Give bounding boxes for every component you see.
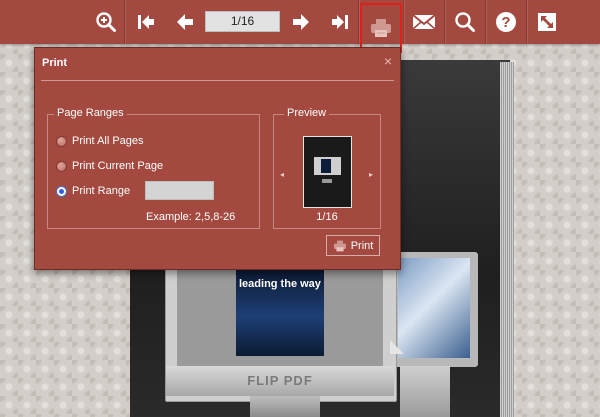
skip-to-end-icon bbox=[332, 15, 348, 29]
search-icon bbox=[455, 12, 475, 32]
preview-thumbnail bbox=[303, 136, 352, 208]
preview-group: Preview ◂ ▸ 1/16 bbox=[273, 107, 381, 229]
preview-prev-button[interactable]: ◂ bbox=[280, 170, 284, 179]
next-page-button[interactable] bbox=[286, 0, 316, 44]
brand-label: FLIP PDF bbox=[247, 373, 313, 388]
radio-button-checked[interactable] bbox=[56, 185, 67, 197]
secondary-monitor-stand bbox=[400, 366, 450, 417]
toolbar: 1/16 ? bbox=[0, 0, 600, 53]
book-page-edges bbox=[500, 62, 514, 417]
preview-next-button[interactable]: ▸ bbox=[369, 170, 373, 179]
print-toolbar-button[interactable] bbox=[360, 3, 402, 53]
preview-page-number: 1/16 bbox=[316, 211, 338, 223]
toolbar-separator bbox=[358, 0, 359, 44]
thumbnail-cover bbox=[321, 159, 331, 173]
toolbar-separator bbox=[485, 0, 486, 44]
radio-button[interactable] bbox=[56, 160, 67, 172]
dialog-title: Print bbox=[42, 57, 68, 69]
radio-label: Print Range bbox=[72, 185, 131, 197]
previous-page-button[interactable] bbox=[170, 0, 200, 44]
magazine-headline: leading the way bbox=[239, 278, 321, 290]
dialog-divider bbox=[41, 80, 394, 81]
zoom-in-icon bbox=[96, 12, 116, 32]
print-button-label: Print bbox=[350, 239, 374, 252]
radio-label: Print Current Page bbox=[72, 160, 164, 172]
help-icon: ? bbox=[496, 12, 516, 32]
toolbar-separator bbox=[526, 0, 527, 44]
radio-print-current-page[interactable]: Print Current Page bbox=[56, 160, 163, 172]
print-range-input[interactable] bbox=[145, 181, 214, 200]
first-page-button[interactable] bbox=[132, 0, 160, 44]
toolbar-separator bbox=[444, 0, 445, 44]
thumbnail-stand bbox=[322, 179, 332, 183]
skip-to-start-icon bbox=[138, 15, 154, 29]
page-ranges-label: Page Ranges bbox=[54, 107, 127, 119]
radio-label: Print All Pages bbox=[72, 135, 144, 147]
secondary-monitor-screen bbox=[398, 258, 470, 358]
last-page-button[interactable] bbox=[326, 0, 354, 44]
radio-print-range[interactable]: Print Range bbox=[56, 185, 130, 197]
page-ranges-group: Page Ranges Print All Pages Print Curren… bbox=[47, 107, 260, 229]
arrow-right-icon bbox=[293, 14, 309, 30]
close-icon[interactable]: × bbox=[384, 53, 392, 69]
preview-label: Preview bbox=[284, 107, 330, 119]
print-dialog: Print × Page Ranges Print All Pages Prin… bbox=[34, 47, 401, 270]
page-indicator[interactable]: 1/16 bbox=[205, 11, 280, 32]
range-example-text: Example: 2,5,8-26 bbox=[146, 211, 236, 223]
help-button[interactable]: ? bbox=[487, 0, 525, 44]
magazine-cover: leading the way bbox=[236, 268, 324, 356]
toolbar-separator bbox=[124, 0, 125, 44]
fullscreen-icon bbox=[538, 13, 556, 31]
toolbar-separator bbox=[403, 0, 404, 44]
print-button[interactable]: Print bbox=[326, 235, 380, 256]
printer-icon bbox=[333, 240, 346, 251]
svg-text:?: ? bbox=[501, 14, 510, 31]
printer-icon bbox=[371, 19, 391, 37]
page-curl[interactable] bbox=[390, 340, 404, 354]
arrow-left-icon bbox=[177, 14, 193, 30]
zoom-in-button[interactable] bbox=[88, 0, 124, 44]
fullscreen-button[interactable] bbox=[528, 0, 566, 44]
monitor-chin: FLIP PDF bbox=[166, 366, 394, 396]
radio-print-all-pages[interactable]: Print All Pages bbox=[56, 135, 144, 147]
monitor-stand bbox=[250, 396, 320, 417]
search-button[interactable] bbox=[446, 0, 484, 44]
envelope-icon bbox=[412, 14, 436, 30]
radio-button[interactable] bbox=[56, 135, 67, 147]
email-button[interactable] bbox=[405, 0, 443, 44]
